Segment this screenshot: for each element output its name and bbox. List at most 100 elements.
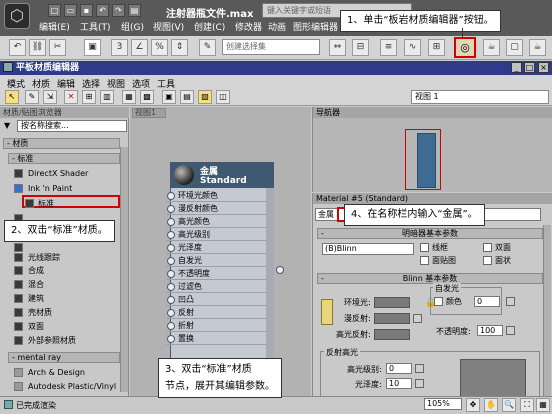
maximize-button[interactable]: □ (524, 62, 535, 73)
node-slot[interactable]: 置换 (166, 333, 274, 345)
specular-level-map-button[interactable] (415, 364, 424, 373)
wire-checkbox[interactable] (420, 243, 429, 252)
tree-item-autodesk-plastic[interactable]: Autodesk Plastic/Vinyl (12, 380, 120, 393)
close-button[interactable]: × (538, 62, 549, 73)
node-output-port[interactable] (276, 266, 284, 274)
two-sided-checkbox[interactable] (483, 243, 492, 252)
show-map-icon[interactable]: ▦ (122, 90, 136, 104)
undo-tb-icon[interactable]: ↶ (9, 39, 26, 56)
pick-material-icon[interactable]: ✎ (25, 90, 39, 104)
app-logo-icon[interactable]: ⬡ (4, 3, 30, 29)
diffuse-map-button[interactable] (413, 314, 422, 323)
move-children-icon[interactable]: ⊞ (82, 90, 96, 104)
menu-edit[interactable]: 编辑(E) (39, 20, 70, 33)
browser-options-icon[interactable]: ▼ (4, 121, 10, 130)
rollout-blinn-basic[interactable]: - Blinn 基本参数 (317, 273, 543, 284)
zoom-all-icon[interactable]: ▦ (536, 398, 550, 412)
view-dropdown[interactable]: 视图 1 (411, 90, 549, 104)
angle-snap-icon[interactable]: ∠ (131, 39, 148, 56)
layout-all-icon[interactable]: ▣ (162, 90, 176, 104)
zoom-dropdown[interactable]: 105% (424, 398, 462, 410)
minimize-button[interactable]: _ (511, 62, 522, 73)
spinner-snap-icon[interactable]: ⇕ (171, 39, 188, 56)
open-file-icon[interactable]: ▭ (64, 4, 77, 17)
save-file-icon[interactable]: ▪ (80, 4, 93, 17)
edit-named-selection-icon[interactable]: ✎ (199, 39, 216, 56)
new-file-icon[interactable]: □ (48, 4, 61, 17)
select-object-icon[interactable]: ▣ (84, 39, 101, 56)
node-slot[interactable]: 凹凸 (166, 294, 274, 306)
node-slot[interactable]: 自发光 (166, 255, 274, 267)
specular-color-swatch[interactable] (374, 329, 410, 340)
hide-unused-slots-icon[interactable]: ▥ (100, 90, 114, 104)
node-slot[interactable]: 高光颜色 (166, 216, 274, 228)
node-slot[interactable]: 高光级别 (166, 229, 274, 241)
opacity-map-button[interactable] (506, 326, 515, 335)
menu-group[interactable]: 组(G) (121, 20, 144, 33)
undo-icon[interactable]: ↶ (96, 4, 109, 17)
node-slot[interactable]: 折射 (166, 320, 274, 332)
select-in-browser-icon[interactable]: ◫ (216, 90, 230, 104)
tree-item-architectural[interactable]: 建筑 (12, 292, 120, 305)
node-scrollbar[interactable] (266, 188, 274, 374)
face-map-checkbox[interactable] (420, 256, 429, 265)
align-icon[interactable]: ⊟ (352, 39, 369, 56)
menu-views[interactable]: 视图(V) (153, 20, 184, 33)
slate-material-editor-button[interactable]: ◎ (454, 37, 476, 58)
zoom-icon[interactable]: 🔍 (502, 398, 516, 412)
node-slot[interactable]: 过滤色 (166, 281, 274, 293)
tree-item-directx-shader[interactable]: DirectX Shader (12, 167, 120, 180)
glossiness-spinner[interactable]: 10 (386, 378, 412, 389)
parameter-scrollbar[interactable] (543, 225, 551, 403)
lock-ambient-diffuse-icon[interactable] (321, 299, 333, 325)
node-slot[interactable]: 不透明度 (166, 268, 274, 280)
tree-item-standard[interactable]: 标准 (22, 195, 120, 208)
rendered-frame-icon[interactable]: ▢ (506, 39, 523, 56)
rollout-shader-basic[interactable]: - 明暗器基本参数 (317, 228, 543, 239)
tree-item-xref-material[interactable]: 外部参照材质 (12, 334, 120, 347)
layout-children-icon[interactable]: ▤ (180, 90, 194, 104)
tree-group-materials[interactable]: - 材质 (3, 138, 120, 149)
tree-item-arch-design[interactable]: Arch & Design (12, 366, 120, 379)
tree-item-double-sided[interactable]: 双面 (12, 320, 120, 333)
shader-type-dropdown[interactable]: (B)Blinn (322, 243, 414, 255)
zoom-region-icon[interactable]: ✥ (466, 398, 480, 412)
render-setup-icon[interactable]: ☕ (483, 39, 500, 56)
schematic-view-icon[interactable]: ⊞ (428, 39, 445, 56)
project-folder-icon[interactable]: ▤ (128, 4, 141, 17)
percent-snap-icon[interactable]: % (151, 39, 168, 56)
self-illumination-map-button[interactable] (506, 297, 515, 306)
ambient-color-swatch[interactable] (374, 297, 410, 308)
snap-3d-icon[interactable]: 3 (111, 39, 128, 56)
view-tab[interactable]: 视图1 (132, 108, 166, 118)
show-background-icon[interactable]: ▩ (140, 90, 154, 104)
zoom-extents-icon[interactable]: ⛶ (520, 398, 534, 412)
faceted-checkbox[interactable] (483, 256, 492, 265)
pan-icon[interactable]: ✋ (484, 398, 498, 412)
browser-scrollbar[interactable] (120, 147, 128, 392)
node-slot[interactable]: 漫反射颜色 (166, 203, 274, 215)
self-illumination-color-checkbox[interactable] (434, 297, 443, 306)
menu-graph-editors[interactable]: 图形编辑器 (293, 20, 338, 33)
render-production-icon[interactable]: ☕ (529, 39, 546, 56)
link-icon[interactable]: ⛓ (29, 39, 46, 56)
mirror-icon[interactable]: ⇔ (329, 39, 346, 56)
menu-animation[interactable]: 动画 (268, 20, 286, 33)
self-illumination-spinner[interactable]: 0 (474, 296, 500, 307)
tree-item-ink-n-paint[interactable]: Ink 'n Paint (12, 182, 120, 195)
redo-icon[interactable]: ↷ (112, 4, 125, 17)
diffuse-color-swatch[interactable] (374, 313, 410, 324)
menu-create[interactable]: 创建(C) (194, 20, 225, 33)
material-parameter-editor-icon[interactable]: ▧ (198, 90, 212, 104)
curve-editor-icon[interactable]: ∿ (404, 39, 421, 56)
tree-item-shell-material[interactable]: 壳材质 (12, 306, 120, 319)
unlink-icon[interactable]: ✂ (49, 39, 66, 56)
menu-modifiers[interactable]: 修改器 (235, 20, 262, 33)
glossiness-map-button[interactable] (415, 379, 424, 388)
layer-manager-icon[interactable]: ≡ (380, 39, 397, 56)
menu-tools[interactable]: 工具(T) (80, 20, 111, 33)
named-selection-set-dropdown[interactable]: 创建选择集 (222, 39, 320, 55)
tree-group-mental-ray[interactable]: - mental ray (8, 352, 120, 363)
tree-item-blend[interactable]: 混合 (12, 278, 120, 291)
specular-level-spinner[interactable]: 0 (386, 363, 412, 374)
